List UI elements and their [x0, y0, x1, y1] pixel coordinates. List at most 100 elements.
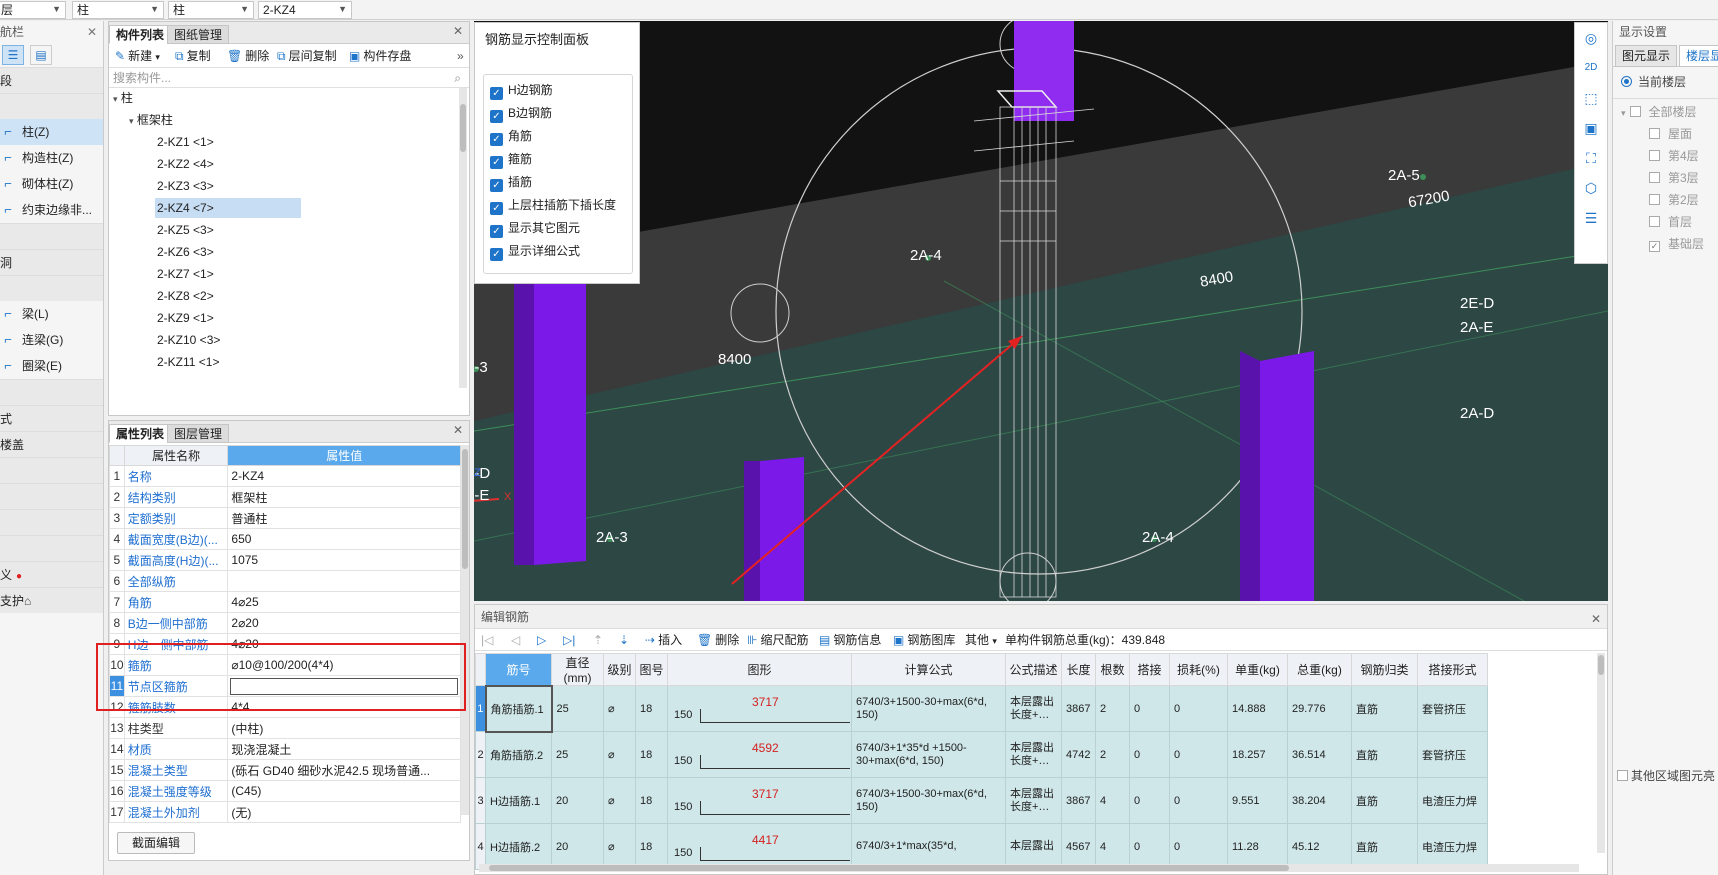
loss-cell[interactable]: 0	[1169, 777, 1228, 824]
lap-cell[interactable]: 0	[1129, 777, 1170, 824]
property-value[interactable]: (无)	[227, 801, 461, 823]
grade-cell[interactable]: ⌀	[603, 731, 636, 778]
close-icon[interactable]: ✕	[453, 423, 463, 437]
nav-section[interactable]: 支护⌂	[0, 587, 103, 613]
tree-item[interactable]: 2-KZ11 <1>	[155, 352, 301, 372]
nav-item-beam[interactable]: ⌐ 梁(L)	[0, 301, 103, 327]
total-weight-cell[interactable]: 38.204	[1287, 777, 1352, 824]
diameter-cell[interactable]: 20	[551, 777, 604, 824]
nav-section[interactable]: 义 ●	[0, 561, 103, 587]
lap-type-cell[interactable]: 电渣压力焊	[1417, 777, 1488, 824]
tab-drawing-management[interactable]: 图纸管理	[167, 25, 230, 44]
copy-button[interactable]: ⧉ 复制	[175, 47, 211, 65]
shape-length[interactable]: 4417	[752, 833, 779, 847]
nav-section[interactable]	[0, 275, 103, 301]
count-cell[interactable]: 2	[1095, 731, 1130, 778]
property-row[interactable]: 16 混凝土强度等级 (C45)	[109, 780, 461, 802]
move-up-icon[interactable]: ⇡	[593, 631, 603, 649]
other-area-toggle[interactable]: 其他区域图元亮	[1617, 765, 1715, 787]
type-select[interactable]: 柱 ▼	[168, 1, 254, 19]
rebar-info-button[interactable]: ▤ 钢筋信息	[819, 631, 881, 649]
count-cell[interactable]: 4	[1095, 823, 1130, 870]
bar-number-cell[interactable]: 角筋插筋.2	[485, 731, 552, 778]
property-row-selected[interactable]: 11 节点区箍筋	[109, 675, 461, 697]
search-icon[interactable]: ⌕	[454, 68, 461, 88]
bar-number-cell[interactable]: H边插筋.2	[485, 823, 552, 870]
search-field[interactable]: 搜索构件... ⌕	[109, 68, 469, 88]
rebar-vscrollbar-thumb[interactable]	[1598, 655, 1604, 675]
figure-no-cell[interactable]: 18	[635, 685, 668, 732]
shape-length[interactable]: 3717	[752, 787, 779, 801]
shape-length[interactable]: 3717	[752, 695, 779, 709]
tree-item[interactable]: 2-KZ5 <3>	[155, 220, 301, 240]
rebar-row[interactable]: 2 角筋插筋.2 25 ⌀ 18 150 4592 6740/3+1*35*d +…	[475, 731, 1488, 778]
tree-item[interactable]: 2-KZ9 <1>	[155, 308, 301, 328]
nav-section[interactable]	[0, 457, 103, 483]
property-row[interactable]: 14 材质 现浇混凝土	[109, 738, 461, 760]
length-cell[interactable]: 4567	[1061, 823, 1096, 870]
nav-item-constructional-column[interactable]: ⌐ 构造柱(Z)	[0, 145, 103, 171]
list-view-icon[interactable]: ☰	[2, 45, 24, 65]
tab-floor-display[interactable]: 楼层显	[1679, 45, 1718, 67]
tree-scrollbar-thumb[interactable]	[460, 104, 466, 152]
figure-no-cell[interactable]: 18	[635, 777, 668, 824]
tab-layer-management[interactable]: 图层管理	[167, 424, 230, 443]
delete-rebar-button[interactable]: 🗑 删除	[697, 631, 739, 649]
tree-item[interactable]: 2-KZ3 <3>	[155, 176, 301, 196]
3d-viewport[interactable]: 2A-4 2A-5 67200 8400 8400 2A-3 2A-3 2A-4…	[474, 21, 1608, 601]
nav-section[interactable]	[0, 93, 103, 119]
nav-section[interactable]: 洞	[0, 249, 103, 275]
property-value[interactable]: ⌀10@100/200(4*4)	[227, 654, 461, 676]
property-row[interactable]: 8 B边一侧中部筋 2⌀20	[109, 612, 461, 634]
property-value[interactable]	[227, 570, 461, 592]
rebar-row[interactable]: 3 H边插筋.1 20 ⌀ 18 150 3717 6740/3+1500-30+…	[475, 777, 1488, 824]
nav-section[interactable]	[0, 483, 103, 509]
settings-list-icon[interactable]: ☰	[1575, 203, 1607, 233]
checkbox-dowel[interactable]: ✓ 插筋	[484, 171, 632, 194]
formula-cell[interactable]: 6740/3+1*35*d +1500-30+max(6*d, 150)	[851, 731, 1006, 778]
shape-cell[interactable]: 150 4592	[667, 731, 852, 778]
more-icon[interactable]: »	[457, 47, 464, 65]
rebar-library-button[interactable]: ▣ 钢筋图库	[893, 631, 955, 649]
property-value-input[interactable]	[230, 677, 458, 695]
shape-length[interactable]: 4592	[752, 741, 779, 755]
property-row[interactable]: 10 箍筋 ⌀10@100/200(4*4)	[109, 654, 461, 676]
formula-desc-cell[interactable]: 本层露出长度+…	[1005, 777, 1062, 824]
property-value[interactable]: (砾石 GD40 细砂水泥42.5 现场普通...	[227, 759, 461, 781]
tab-element-display[interactable]: 图元显示	[1615, 45, 1678, 67]
tree-item[interactable]: 2-KZ7 <1>	[155, 264, 301, 284]
rebar-hscrollbar[interactable]	[479, 864, 1579, 872]
category-cell[interactable]: 直筋	[1351, 685, 1418, 732]
last-icon[interactable]: ▷|	[563, 631, 575, 649]
scale-reinforce-button[interactable]: ⊪ 缩尺配筋	[747, 631, 808, 649]
total-weight-cell[interactable]: 29.776	[1287, 685, 1352, 732]
bar-number-cell[interactable]: H边插筋.1	[485, 777, 552, 824]
property-row[interactable]: 6 全部纵筋	[109, 570, 461, 592]
formula-cell[interactable]: 6740/3+1500-30+max(6*d, 150)	[851, 685, 1006, 732]
formula-desc-cell[interactable]: 本层露出长度+…	[1005, 685, 1062, 732]
property-scrollbar-thumb[interactable]	[462, 449, 468, 569]
section-edit-button[interactable]: 截面编辑	[117, 832, 196, 854]
nav-section[interactable]	[0, 509, 103, 535]
lap-cell[interactable]: 0	[1129, 731, 1170, 778]
property-value[interactable]: 1075	[227, 549, 461, 571]
2d-view-icon[interactable]: 2D	[1575, 53, 1607, 83]
tree-item-selected[interactable]: 2-KZ4 <7>	[155, 198, 301, 218]
previous-icon[interactable]: ◁	[511, 631, 520, 649]
floor-item[interactable]: 屋面	[1613, 123, 1718, 145]
nav-section[interactable]: 段	[0, 67, 103, 93]
checkbox-show-formula[interactable]: ✓ 显示详细公式	[484, 240, 632, 263]
nav-item-ring-beam[interactable]: ⌐ 圈梁(E)	[0, 353, 103, 379]
tree-item[interactable]: 2-KZ2 <4>	[155, 154, 301, 174]
tree-item[interactable]: 2-KZ8 <2>	[155, 286, 301, 306]
close-icon[interactable]: ✕	[1591, 607, 1601, 631]
nav-section[interactable]: 楼盖	[0, 431, 103, 457]
tab-property-list[interactable]: 属性列表	[109, 424, 172, 443]
other-menu-button[interactable]: 其他 ▾	[965, 631, 997, 649]
property-value[interactable]: 2-KZ4	[227, 465, 461, 487]
property-row[interactable]: 17 混凝土外加剂 (无)	[109, 801, 461, 823]
shape-cell[interactable]: 150 4417	[667, 823, 852, 870]
property-row[interactable]: 9 H边一侧中部筋 4⌀20	[109, 633, 461, 655]
floor-copy-button[interactable]: ⧉ 层间复制	[277, 47, 337, 65]
grade-cell[interactable]: ⌀	[603, 823, 636, 870]
